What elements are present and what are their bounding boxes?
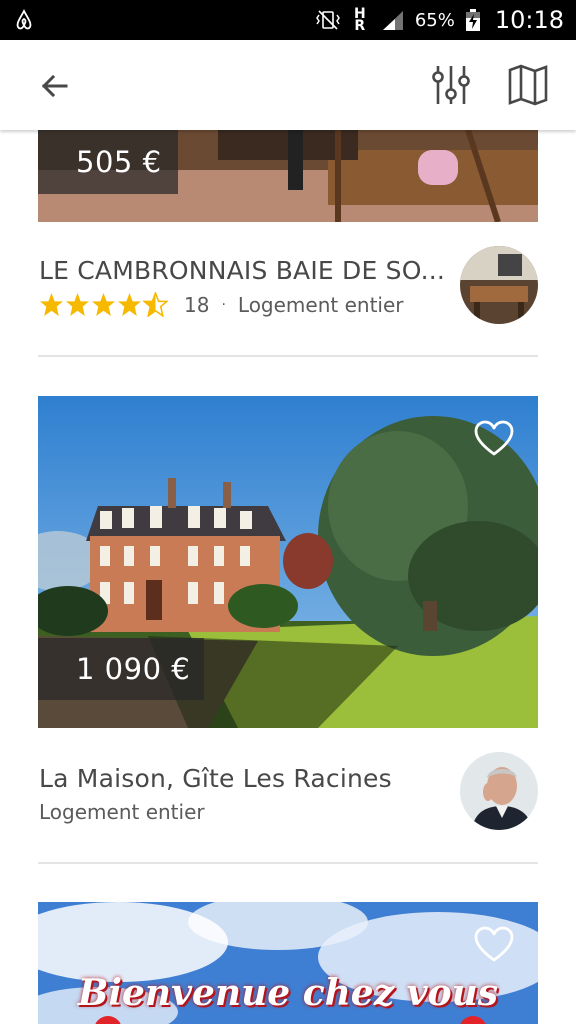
review-count: 18 <box>184 292 210 317</box>
listing-meta: Logement entier <box>39 800 205 824</box>
host-avatar-photo <box>460 246 538 324</box>
sliders-icon[interactable] <box>430 64 472 106</box>
airbnb-logo-icon <box>16 8 32 30</box>
listing-photo[interactable]: 1 090 € <box>38 396 538 728</box>
listing-divider <box>38 862 538 864</box>
signal-icon <box>382 11 403 30</box>
network-type-indicator: H R <box>351 7 369 34</box>
arrow-left-icon[interactable] <box>36 68 72 104</box>
listing-photo[interactable]: 505 € <box>38 130 538 222</box>
listing-feed[interactable]: 505 € LE CAMBRONNAIS BAIE DE SO... 18 · … <box>0 130 576 1024</box>
listing-title[interactable]: La Maison, Gîte Les Racines <box>39 764 459 793</box>
status-bar: H R 65% 10:18 <box>0 0 576 40</box>
price-tag: 505 € <box>38 130 178 194</box>
star-icon <box>66 293 89 316</box>
star-half-icon <box>143 292 168 317</box>
host-avatar[interactable] <box>460 246 538 324</box>
map-icon[interactable] <box>506 64 550 106</box>
vibrate-icon <box>315 10 340 30</box>
meta-separator: · <box>221 296 226 313</box>
price-tag: 1 090 € <box>38 638 205 700</box>
star-rating <box>39 292 168 317</box>
listing-type: Logement entier <box>237 292 404 317</box>
listing-meta: 18 · Logement entier <box>39 292 404 317</box>
battery-charging-icon <box>465 9 480 31</box>
host-avatar-photo <box>460 752 538 830</box>
photo-caption: Bienvenue chez vous <box>77 972 499 1014</box>
heart-icon[interactable] <box>474 420 514 458</box>
host-avatar[interactable] <box>460 752 538 830</box>
network-type-mid: R <box>354 18 366 34</box>
listing-type: Logement entier <box>39 800 205 824</box>
star-icon <box>118 293 141 316</box>
listing-divider <box>38 355 538 357</box>
battery-percent: 65% <box>414 9 455 31</box>
star-icon <box>40 293 63 316</box>
star-icon <box>92 293 115 316</box>
listing-title[interactable]: LE CAMBRONNAIS BAIE DE SO... <box>39 256 459 285</box>
clock: 10:18 <box>494 6 564 34</box>
listing-photo[interactable]: Bienvenue chez vous <box>38 902 538 1024</box>
heart-icon[interactable] <box>474 926 514 964</box>
top-app-bar <box>0 40 576 130</box>
